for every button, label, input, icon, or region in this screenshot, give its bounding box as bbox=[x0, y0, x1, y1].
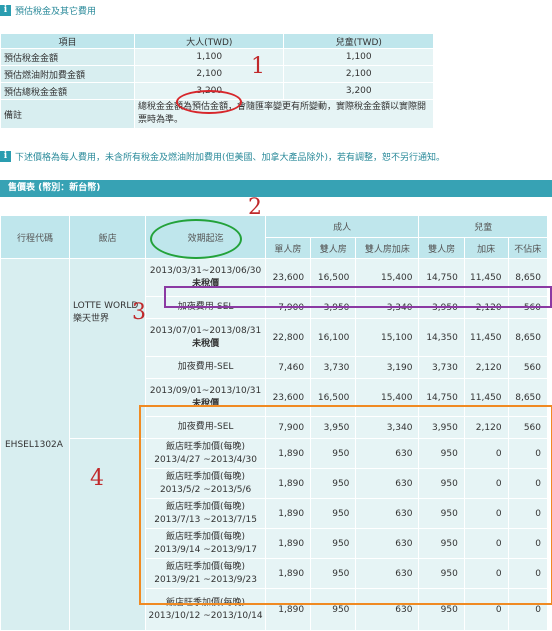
price-cell: 22,800 bbox=[264, 318, 312, 357]
price-table-bar: 售價表 (幣別：新台幣) bbox=[0, 180, 552, 197]
header-adult-double: 雙人房 bbox=[310, 237, 357, 259]
price-cell: 14,350 bbox=[418, 318, 465, 357]
header-adult-single: 單人房 bbox=[264, 237, 312, 259]
tax-note-label: 備註 bbox=[0, 99, 135, 129]
tax-child-value: 1,100 bbox=[283, 48, 434, 66]
header-child-double: 雙人房 bbox=[418, 237, 465, 259]
price-cell: 8,650 bbox=[507, 318, 549, 357]
tax-header-adult: 大人(TWD) bbox=[133, 33, 285, 49]
hotel-name: LOTTE WORLD 樂天世界 bbox=[68, 258, 147, 439]
price-cell: 2,120 bbox=[463, 356, 509, 379]
price-cell: 7,460 bbox=[264, 356, 312, 379]
tax-section-header: i 預估稅金及其它費用 bbox=[0, 4, 96, 17]
header-child-nobed: 不佔床 bbox=[507, 237, 549, 259]
annotation-red-oval bbox=[176, 90, 242, 114]
hotel-blank-cell bbox=[68, 438, 147, 631]
price-cell: 3,730 bbox=[310, 356, 357, 379]
tax-table: 項目 大人(TWD) 兒童(TWD) 預估稅金金額 1,100 1,100 預估… bbox=[0, 33, 434, 129]
header-hotel: 飯店 bbox=[68, 215, 147, 259]
period-line1: 2013/07/01~2013/08/31 bbox=[149, 325, 262, 336]
trip-code: EHSEL1302A bbox=[0, 258, 70, 631]
annotation-purple-box bbox=[164, 286, 552, 308]
tax-row-label: 預估稅金金額 bbox=[0, 48, 135, 66]
price-cell: 15,100 bbox=[355, 318, 420, 357]
table-row: 預估稅金金額 1,100 1,100 bbox=[0, 48, 434, 66]
period-line1: 加夜費用-SEL bbox=[177, 362, 234, 372]
annotation-number-1: 1 bbox=[251, 54, 265, 79]
period-line2: 未稅價 bbox=[192, 338, 220, 349]
info-icon: i bbox=[0, 5, 11, 16]
header-adult-extra: 雙人房加床 bbox=[355, 237, 420, 259]
price-cell: 3,730 bbox=[418, 356, 465, 379]
price-notice-text: 下述價格為每人費用，未含所有稅金及燃油附加費用(但美國、加拿大產品除外)，若有調… bbox=[15, 153, 446, 163]
annotation-number-3: 3 bbox=[132, 300, 146, 325]
header-code: 行程代碼 bbox=[0, 215, 70, 259]
period-line1: 2013/09/01~2013/10/31 bbox=[149, 385, 262, 396]
price-cell: 16,100 bbox=[310, 318, 357, 357]
price-cell: 11,450 bbox=[463, 318, 509, 357]
info-icon: i bbox=[0, 151, 11, 162]
annotation-number-4: 4 bbox=[90, 466, 104, 491]
period-line1: 2013/03/31~2013/06/30 bbox=[149, 265, 262, 276]
annotation-number-2: 2 bbox=[248, 195, 262, 220]
period-cell: 2013/07/01~2013/08/31 未稅價 bbox=[145, 318, 266, 357]
tax-child-value: 3,200 bbox=[283, 82, 434, 100]
tax-header-child: 兒童(TWD) bbox=[283, 33, 434, 49]
annotation-green-oval bbox=[150, 219, 242, 259]
header-adult: 成人 bbox=[264, 215, 420, 238]
price-notice: i 下述價格為每人費用，未含所有稅金及燃油附加費用(但美國、加拿大產品除外)，若… bbox=[0, 150, 445, 163]
tax-row-label: 預估燃油附加費金額 bbox=[0, 65, 135, 83]
annotation-orange-box bbox=[139, 405, 552, 605]
tax-row-label: 預估總稅金金額 bbox=[0, 82, 135, 100]
header-child: 兒童 bbox=[418, 215, 548, 238]
tax-header-item: 項目 bbox=[0, 33, 135, 49]
period-cell: 加夜費用-SEL bbox=[145, 356, 266, 379]
header-child-extra: 加床 bbox=[463, 237, 509, 259]
tax-child-value: 2,100 bbox=[283, 65, 434, 83]
tax-section-title: 預估稅金及其它費用 bbox=[15, 7, 97, 17]
table-row: 預估燃油附加費金額 2,100 2,100 bbox=[0, 65, 434, 83]
period-line2: 2013/10/12 ~2013/10/14 bbox=[148, 610, 263, 621]
price-cell: 3,190 bbox=[355, 356, 420, 379]
price-cell: 560 bbox=[507, 356, 549, 379]
